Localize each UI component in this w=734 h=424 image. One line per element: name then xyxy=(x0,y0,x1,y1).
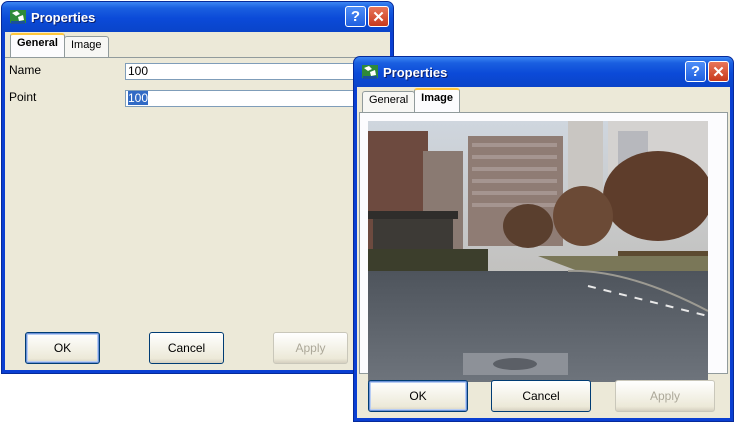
tab-strip: General Image xyxy=(362,88,460,112)
general-tab-pane: Name 100 Point 100 xyxy=(5,57,390,326)
dialog-body: General Image OK Cancel Apply xyxy=(357,87,730,418)
ok-button[interactable]: OK xyxy=(25,332,100,364)
name-field-value: 100 xyxy=(128,64,149,78)
point-label: Point xyxy=(9,90,37,104)
close-button[interactable]: ✕ xyxy=(368,6,389,27)
name-field[interactable]: 100 xyxy=(125,63,387,80)
question-icon: ? xyxy=(350,8,361,25)
window-title: Properties xyxy=(31,9,96,25)
close-icon: ✕ xyxy=(712,63,725,81)
dialog-body: General Image Name 100 Point 100 OK Canc… xyxy=(5,32,390,370)
cancel-button[interactable]: Cancel xyxy=(149,332,224,364)
street-photo xyxy=(368,121,708,382)
title-bar[interactable]: Properties ? ✕ xyxy=(2,2,393,32)
point-field-value: 100 xyxy=(128,91,149,105)
tab-general[interactable]: General xyxy=(362,91,416,112)
properties-window-front: Properties ? ✕ General Image OK Cancel A… xyxy=(353,56,734,422)
ok-button[interactable]: OK xyxy=(368,380,468,412)
help-button[interactable]: ? xyxy=(685,61,706,82)
window-title: Properties xyxy=(383,64,448,80)
close-icon: ✕ xyxy=(372,8,385,26)
properties-window-back: Properties ? ✕ General Image Name 100 Po… xyxy=(1,1,394,374)
apply-button: Apply xyxy=(615,380,715,412)
name-label: Name xyxy=(9,63,42,77)
app-icon xyxy=(361,63,379,81)
app-icon xyxy=(9,8,27,26)
apply-button: Apply xyxy=(273,332,348,364)
tab-strip: General Image xyxy=(10,33,109,57)
point-field[interactable]: 100 xyxy=(125,90,387,107)
close-button[interactable]: ✕ xyxy=(708,61,729,82)
tab-image[interactable]: Image xyxy=(414,88,460,112)
tab-image[interactable]: Image xyxy=(63,36,109,57)
tab-general[interactable]: General xyxy=(10,33,65,57)
help-button[interactable]: ? xyxy=(345,6,366,27)
question-icon: ? xyxy=(690,63,701,80)
cancel-button[interactable]: Cancel xyxy=(491,380,591,412)
title-bar[interactable]: Properties ? ✕ xyxy=(354,57,733,87)
